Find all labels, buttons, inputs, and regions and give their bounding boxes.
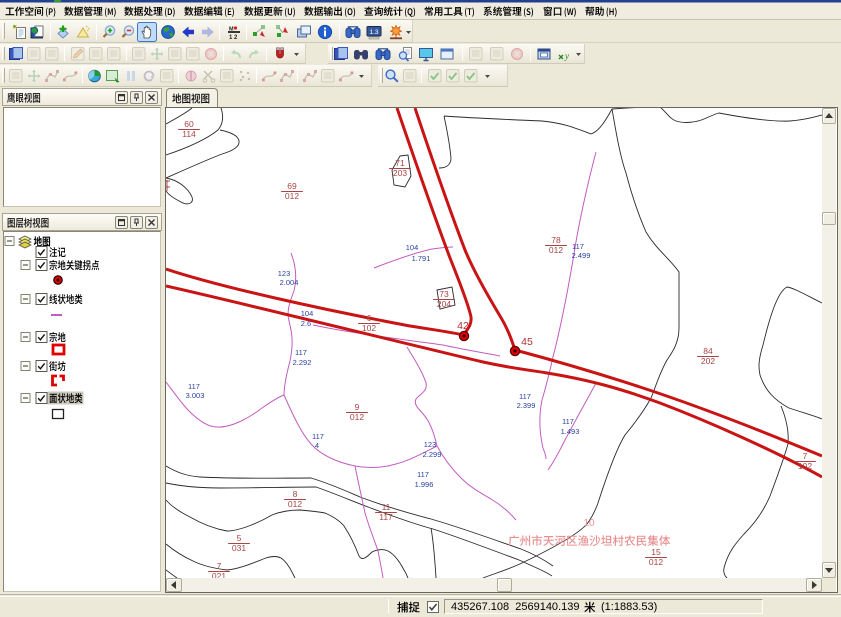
svg-text:2.004: 2.004	[280, 278, 299, 287]
svg-text:117: 117	[295, 348, 307, 357]
svg-text:104: 104	[406, 243, 419, 252]
svg-text:1.493: 1.493	[561, 427, 580, 436]
svg-text:10: 10	[583, 518, 595, 529]
svg-text:2.6: 2.6	[301, 319, 311, 328]
svg-text:3.003: 3.003	[186, 391, 205, 400]
svg-text:11: 11	[382, 502, 391, 512]
svg-text:117: 117	[519, 392, 531, 401]
svg-text:2.499: 2.499	[572, 251, 591, 260]
svg-text:117: 117	[572, 242, 584, 251]
svg-text:012: 012	[549, 245, 563, 255]
svg-text:117: 117	[562, 417, 574, 426]
svg-text:7: 7	[803, 451, 808, 461]
svg-text:6: 6	[367, 313, 372, 323]
svg-text:8: 8	[293, 489, 298, 499]
svg-text:y: y	[564, 51, 569, 61]
svg-text:117: 117	[417, 470, 429, 479]
svg-text:102: 102	[362, 323, 376, 333]
svg-text:117: 117	[312, 432, 324, 441]
svg-text:2.299: 2.299	[423, 450, 442, 459]
svg-text:84: 84	[703, 346, 713, 356]
svg-text:012: 012	[649, 557, 663, 567]
svg-text:202: 202	[701, 356, 715, 366]
svg-text:1.3: 1.3	[369, 29, 378, 36]
svg-text:031: 031	[232, 543, 246, 553]
svg-text:4: 4	[315, 441, 319, 450]
svg-text:1.996: 1.996	[415, 480, 434, 489]
svg-text:203: 203	[393, 168, 407, 178]
svg-text:102: 102	[798, 461, 812, 471]
svg-text:2.399: 2.399	[517, 401, 536, 410]
svg-text:15: 15	[651, 547, 661, 557]
svg-text:117: 117	[188, 382, 200, 391]
svg-text:7: 7	[217, 561, 222, 571]
svg-text:2.292: 2.292	[293, 358, 312, 367]
svg-text:204: 204	[437, 299, 451, 309]
svg-text:123: 123	[278, 269, 291, 278]
svg-text:012: 012	[350, 412, 364, 422]
svg-text:78: 78	[551, 235, 561, 245]
svg-text:012: 012	[285, 191, 299, 201]
svg-text:73: 73	[439, 289, 449, 299]
svg-text:104: 104	[301, 309, 314, 318]
svg-text:71: 71	[395, 158, 405, 168]
svg-text:42: 42	[457, 320, 469, 332]
svg-text:9: 9	[355, 402, 360, 412]
svg-text:1.791: 1.791	[412, 254, 431, 263]
svg-text:45: 45	[521, 336, 533, 348]
svg-text:5: 5	[237, 533, 242, 543]
svg-text:114: 114	[182, 129, 196, 139]
svg-text:60: 60	[184, 119, 194, 129]
svg-text:123: 123	[424, 440, 437, 449]
svg-text:69: 69	[287, 181, 297, 191]
svg-text:117: 117	[379, 512, 393, 522]
svg-text:012: 012	[288, 499, 302, 509]
svg-text:1 2: 1 2	[229, 35, 238, 40]
